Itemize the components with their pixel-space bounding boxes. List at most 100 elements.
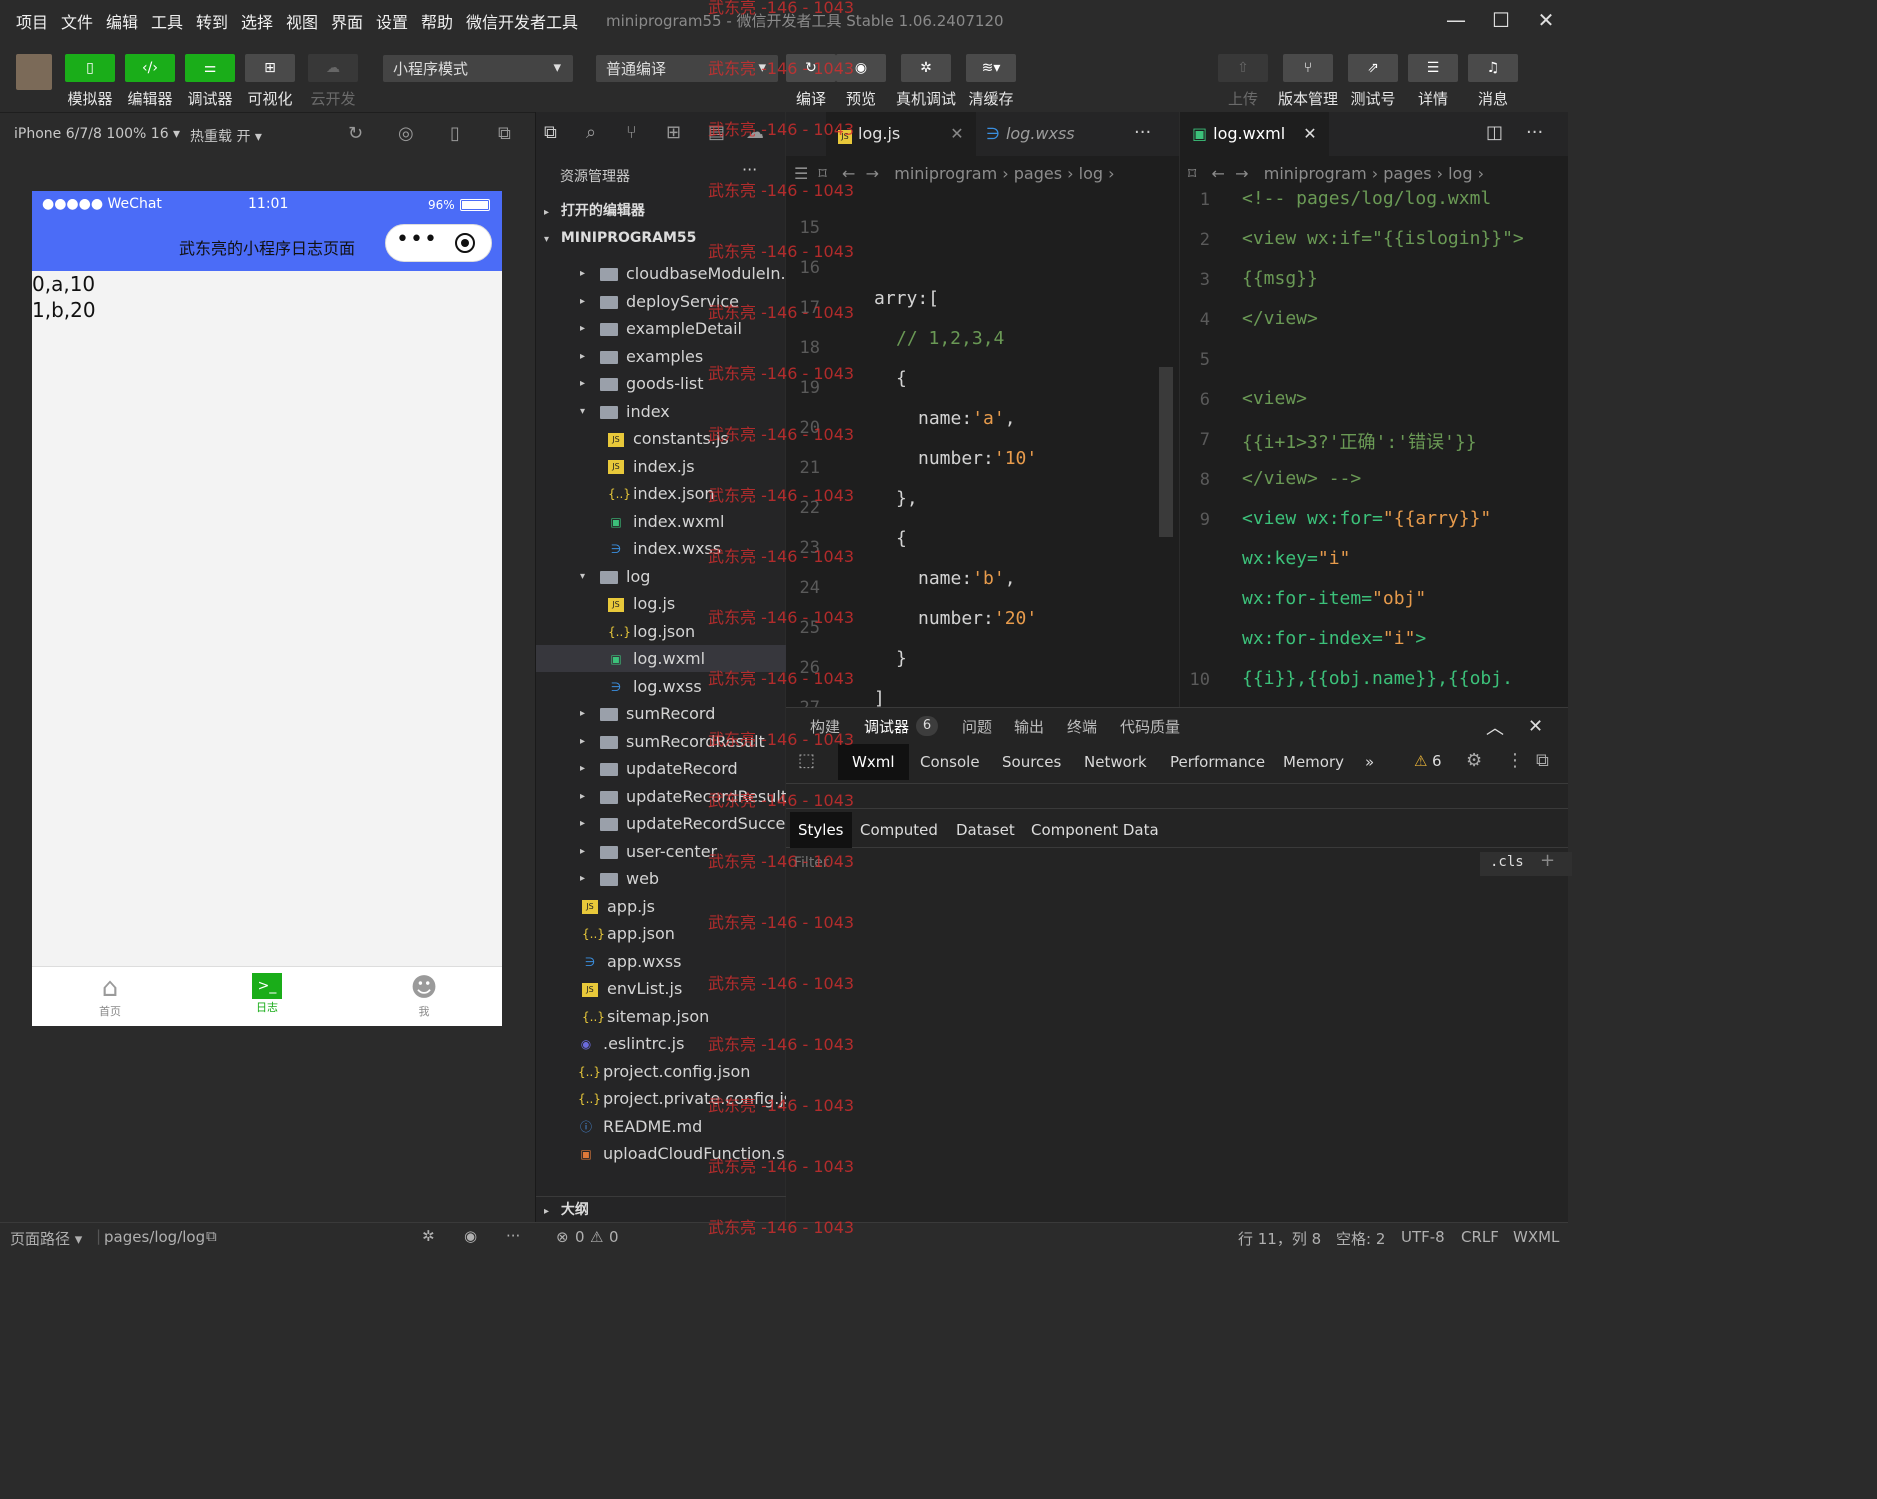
rotate-icon[interactable]: ↻ (348, 123, 363, 144)
tree-item[interactable]: ▸ user-center (536, 838, 786, 865)
eye-icon[interactable]: ◉ (464, 1227, 477, 1245)
hot-reload-toggle[interactable]: 热重载 开 ▾ (190, 126, 262, 146)
gear-icon[interactable]: ⚙ (1466, 750, 1482, 771)
tree-item[interactable]: JS index.js (536, 453, 786, 480)
version-button[interactable]: ⑂ (1283, 54, 1333, 82)
tab-dataset[interactable]: Dataset (956, 812, 1015, 848)
copy-icon[interactable]: ⧉ (206, 1227, 217, 1245)
tab-log[interactable]: >_ 日志 (217, 973, 317, 1015)
simulator-button[interactable]: ▯ (65, 54, 115, 82)
warning-icon[interactable]: ⚠ (1414, 752, 1427, 770)
more-icon[interactable]: ··· (506, 1227, 520, 1245)
storage-icon[interactable]: ▤ (708, 122, 725, 143)
tree-item[interactable]: {..} project.private.config.js... (536, 1085, 807, 1112)
more-icon[interactable]: ··· (742, 160, 757, 179)
inspect-icon[interactable]: ⬚ (798, 750, 815, 771)
menu-edit[interactable]: 编辑 (106, 9, 138, 33)
tree-item[interactable]: ▸ sumRecord (536, 700, 786, 727)
tree-item[interactable]: {..} app.json (536, 920, 786, 947)
chevron-right-icon[interactable]: ▸ (580, 288, 592, 315)
menu-file[interactable]: 文件 (61, 9, 93, 33)
compile-button[interactable]: ↻ (786, 54, 836, 82)
tree-item[interactable]: JS envList.js (536, 975, 786, 1002)
tree-item[interactable]: JS log.js (536, 590, 786, 617)
tab-log-wxml[interactable]: ▣ log.wxml ✕ (1180, 112, 1329, 156)
bookmark-icon[interactable]: ⌑ (819, 164, 827, 183)
search-icon[interactable]: ⌕ (586, 122, 596, 143)
more-icon[interactable]: ••• (396, 227, 438, 252)
indentation[interactable]: 空格: 2 (1336, 1228, 1385, 1249)
open-editors-section[interactable]: ▸ 打开的编辑器 (536, 198, 786, 225)
cls-toggle[interactable]: .cls (1490, 854, 1524, 870)
menu-select[interactable]: 选择 (241, 9, 273, 33)
tree-item[interactable]: ∋ app.wxss (536, 948, 786, 975)
crumb-item[interactable]: miniprogram (1264, 164, 1367, 183)
test-button[interactable]: ⇗ (1348, 54, 1398, 82)
tab-performance[interactable]: Performance (1156, 744, 1279, 780)
tab-component-data[interactable]: Component Data (1031, 812, 1159, 848)
tree-item[interactable]: ▸ web (536, 865, 786, 892)
tree-item[interactable]: ∋ index.wxss (536, 535, 786, 562)
dock-icon[interactable]: ⧉ (1536, 750, 1549, 771)
menu-interface[interactable]: 界面 (331, 9, 363, 33)
tree-item[interactable]: {..} sitemap.json (536, 1003, 786, 1030)
close-tab-icon[interactable]: ✕ (1303, 124, 1316, 143)
add-style-button[interactable]: + (1540, 850, 1555, 871)
tab-sources[interactable]: Sources (988, 744, 1075, 780)
forward-icon[interactable]: → (866, 164, 879, 183)
debugger-button[interactable]: ⚌ (185, 54, 235, 82)
tree-item[interactable]: ▸ updateRecordResult (536, 783, 787, 810)
tree-item[interactable]: JS constants.js (536, 425, 786, 452)
tab-console[interactable]: Console (906, 744, 994, 780)
cloud-button[interactable]: ☁ (308, 54, 358, 82)
tree-item[interactable]: ▣ index.wxml (536, 508, 786, 535)
phone-icon[interactable]: ▯ (450, 123, 460, 144)
menu-help[interactable]: 帮助 (421, 9, 453, 33)
cloud-icon[interactable]: ☁ (746, 122, 764, 143)
project-section[interactable]: ▾ MINIPROGRAM55 (536, 225, 786, 252)
menu-wechat-devtools[interactable]: 微信开发者工具 (466, 9, 578, 33)
more-icon[interactable]: ··· (1526, 122, 1543, 143)
tab-output[interactable]: 输出 (1014, 716, 1044, 737)
bookmark-icon[interactable]: ⌑ (1188, 164, 1196, 183)
tab-memory[interactable]: Memory (1269, 744, 1358, 780)
tree-item[interactable]: ▸ goods-list (536, 370, 786, 397)
chevron-down-icon[interactable]: ▾ (580, 563, 592, 590)
avatar[interactable] (16, 54, 52, 90)
tab-network[interactable]: Network (1070, 744, 1161, 780)
page-path-select[interactable]: 页面路径 ▾ (10, 1228, 82, 1249)
tree-item[interactable]: ▸ sumRecordResult (536, 728, 786, 755)
upload-button[interactable]: ⇧ (1218, 54, 1268, 82)
chevron-down-icon[interactable]: ▾ (580, 398, 592, 425)
warning-icon[interactable]: ⚠ (590, 1228, 603, 1246)
error-icon[interactable]: ⊗ (556, 1228, 569, 1246)
cursor-position[interactable]: 行 11，列 8 (1238, 1228, 1321, 1249)
tab-wxml[interactable]: Wxml (838, 744, 909, 780)
outline-section[interactable]: ▸ 大纲 (536, 1196, 786, 1222)
menu-settings[interactable]: 设置 (376, 9, 408, 33)
chevron-right-icon[interactable]: ▸ (580, 700, 592, 727)
tree-item[interactable]: {..} project.config.json (536, 1058, 786, 1085)
menu-view[interactable]: 视图 (286, 9, 318, 33)
extensions-icon[interactable]: ⊞ (666, 122, 681, 143)
tree-item[interactable]: ▸ updateRecord (536, 755, 786, 782)
menu-goto[interactable]: 转到 (196, 9, 228, 33)
chevron-right-icon[interactable]: ▸ (580, 838, 592, 865)
editor-button[interactable]: ‹/› (125, 54, 175, 82)
tree-item[interactable]: ∋ log.wxss (536, 673, 786, 700)
split-editor-icon[interactable]: ◫ (1486, 122, 1503, 143)
tab-build[interactable]: 构建 (810, 716, 840, 737)
git-icon[interactable]: ⑂ (626, 122, 637, 143)
line-ending[interactable]: CRLF (1461, 1228, 1499, 1246)
language-mode[interactable]: WXML (1513, 1228, 1559, 1246)
tree-item[interactable]: JS app.js (536, 893, 786, 920)
tree-item[interactable]: ▸ cloudbaseModuleIn... (536, 260, 796, 287)
tab-computed[interactable]: Computed (860, 812, 938, 848)
chevron-right-icon[interactable]: ▸ (580, 865, 592, 892)
tree-item[interactable]: ▾ log (536, 563, 786, 590)
tab-code-quality[interactable]: 代码质量 (1120, 716, 1180, 737)
bug-icon[interactable]: ✲ (422, 1227, 435, 1245)
crumb-item[interactable]: log (1079, 164, 1103, 183)
record-icon[interactable]: ◎ (398, 123, 414, 144)
more-tabs[interactable]: » (1351, 744, 1388, 780)
